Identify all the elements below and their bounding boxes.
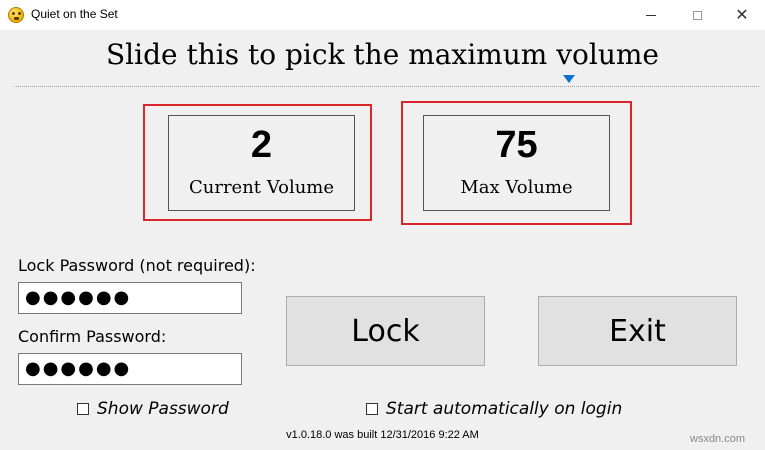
confirm-password-label: Confirm Password: [18,327,167,346]
volume-slider-thumb[interactable] [563,75,575,83]
show-password-checkbox[interactable]: Show Password [77,399,229,419]
start-automatically-label[interactable]: Start automatically on login [386,399,622,419]
app-window: Quiet on the Set ✕ Slide this to pick th… [0,0,765,450]
start-automatically-checkbox-box[interactable] [366,403,378,415]
maximize-button[interactable] [674,0,720,30]
smiley-face-icon [8,7,24,23]
start-automatically-checkbox[interactable]: Start automatically on login [366,399,622,419]
max-volume-label: Max Volume [460,177,573,198]
exit-button[interactable]: Exit [538,296,737,366]
show-password-checkbox-box[interactable] [77,403,89,415]
minimize-button[interactable] [628,0,674,30]
close-icon: ✕ [735,5,749,24]
version-text: v1.0.18.0 was built 12/31/2016 9:22 AM [286,429,479,441]
lock-password-input[interactable]: ●●●●●● [18,282,242,314]
current-volume-label: Current Volume [188,177,335,198]
current-volume-box: 2 Current Volume [168,115,355,211]
volume-slider-track[interactable] [14,86,759,87]
watermark-text: wsxdn.com [690,433,746,445]
close-button[interactable]: ✕ [719,0,765,30]
page-title: Slide this to pick the maximum volume [106,38,659,71]
title-bar: Quiet on the Set ✕ [0,0,765,30]
minimize-icon [646,14,656,16]
confirm-password-input[interactable]: ●●●●●● [18,353,242,385]
show-password-label[interactable]: Show Password [97,399,229,419]
max-volume-box: 75 Max Volume [423,115,610,211]
lock-password-label: Lock Password (not required): [18,256,256,275]
maximize-icon [692,10,702,20]
max-volume-value: 75 [495,124,538,166]
current-volume-value: 2 [250,124,273,166]
window-title: Quiet on the Set [31,7,118,21]
lock-button[interactable]: Lock [286,296,485,366]
